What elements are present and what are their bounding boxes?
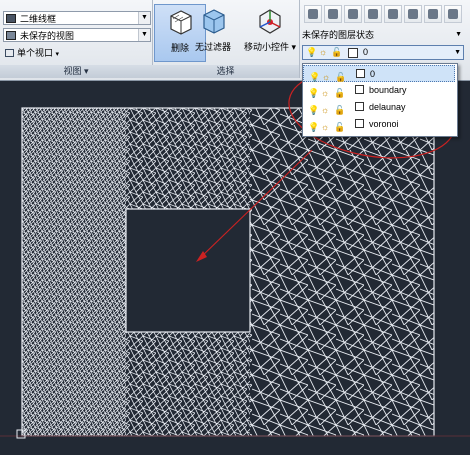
- match-layer-icon: [348, 9, 358, 19]
- view-panel: 二维线框 ▼ 未保存的视图 ▼ 单个视口 ▾ 视图 ▾: [0, 0, 153, 78]
- unlock-icon[interactable]: 🔓: [335, 69, 346, 82]
- unlock-icon[interactable]: 🔓: [334, 119, 345, 132]
- chevron-down-icon: ▾: [55, 51, 60, 58]
- unlock-icon[interactable]: 🔓: [334, 85, 345, 98]
- filter-button-label: 无过滤器: [194, 42, 231, 52]
- lightbulb-icon[interactable]: 💡: [308, 85, 319, 98]
- move-gizmo-icon: [259, 9, 281, 34]
- chevron-down-icon[interactable]: ▼: [454, 46, 461, 59]
- layer-state-button[interactable]: [324, 5, 342, 23]
- view-panel-title-label: 视图: [63, 66, 82, 76]
- move-gizmo-button[interactable]: 移动小控件 ▾: [242, 4, 298, 62]
- filter-cube-icon: [203, 9, 225, 34]
- layer-previous-icon: [368, 9, 378, 19]
- freeze-layer-button[interactable]: [424, 5, 442, 23]
- current-layer-combo[interactable]: 💡 ☼ 🔓 0 ▼: [302, 45, 464, 60]
- chevron-down-icon[interactable]: ▼: [138, 29, 150, 41]
- select-panel-title: 选择: [152, 65, 299, 78]
- layer-name: boundary: [369, 85, 407, 95]
- match-layer-button[interactable]: [344, 5, 362, 23]
- unlock-icon: 🔓: [331, 47, 343, 57]
- lightbulb-icon[interactable]: 💡: [308, 119, 319, 132]
- sun-icon[interactable]: ☼: [321, 102, 331, 115]
- layer-state-icon: [328, 9, 338, 19]
- mesh-region-dense: [22, 108, 126, 436]
- isolate-layer-icon: [388, 9, 398, 19]
- layer-name: 0: [370, 69, 376, 79]
- layer-properties-icon: [308, 9, 318, 19]
- wireframe-icon: [6, 14, 16, 23]
- layer-row-boundary[interactable]: 💡 ☼ 🔓 boundary: [303, 82, 455, 99]
- viewport-icon: [5, 49, 14, 57]
- sun-icon: ☼: [319, 47, 328, 57]
- layer-previous-button[interactable]: [364, 5, 382, 23]
- mesh-region-medium-top: [126, 108, 250, 209]
- layer-dropdown-list: 💡 ☼ 🔓 0 💡 ☼ 🔓 boundary 💡 ☼ 🔓 delaunay 💡 …: [302, 63, 458, 137]
- visual-style-value: 二维线框: [20, 14, 57, 24]
- layer-row-delaunay[interactable]: 💡 ☼ 🔓 delaunay: [303, 99, 455, 116]
- move-gizmo-label-wrap: 移动小控件 ▾: [243, 42, 297, 52]
- layer-properties-button[interactable]: [304, 5, 322, 23]
- view-panel-title[interactable]: 视图 ▾: [0, 65, 152, 78]
- layer-state-value: 未保存的图层状态: [302, 30, 375, 40]
- unlock-icon[interactable]: 🔓: [334, 102, 345, 115]
- color-swatch[interactable]: [355, 119, 364, 128]
- saved-view-value: 未保存的视图: [20, 31, 75, 41]
- unisolate-layer-icon: [408, 9, 418, 19]
- layer-row-voronoi[interactable]: 💡 ☼ 🔓 voronoi: [303, 116, 455, 133]
- color-swatch[interactable]: [355, 102, 364, 111]
- visual-style-combo[interactable]: 二维线框 ▼: [3, 11, 151, 25]
- color-swatch[interactable]: [356, 69, 365, 78]
- sun-icon[interactable]: ☼: [322, 69, 332, 82]
- move-gizmo-label: 移动小控件: [243, 42, 289, 52]
- off-layer-icon: [448, 9, 458, 19]
- color-swatch[interactable]: [355, 85, 364, 94]
- viewport-config-button[interactable]: 单个视口 ▾: [3, 46, 59, 60]
- color-swatch: [348, 48, 358, 58]
- freeze-layer-icon: [428, 9, 438, 19]
- saved-view-combo[interactable]: 未保存的视图 ▼: [3, 28, 151, 42]
- select-panel: 删除 无过滤器 移动小控件 ▾ 选择: [152, 0, 300, 78]
- lightbulb-icon[interactable]: 💡: [309, 69, 320, 82]
- lightbulb-icon: 💡: [306, 47, 318, 57]
- unisolate-layer-button[interactable]: [404, 5, 422, 23]
- isolate-layer-button[interactable]: [384, 5, 402, 23]
- off-layer-button[interactable]: [444, 5, 462, 23]
- chevron-down-icon[interactable]: ▼: [138, 12, 150, 24]
- layer-name: delaunay: [369, 102, 406, 112]
- sun-icon[interactable]: ☼: [321, 119, 331, 132]
- layer-state-combo[interactable]: 未保存的图层状态 ▼: [302, 28, 464, 42]
- mesh-region-medium-bottom: [126, 332, 250, 436]
- lightbulb-icon[interactable]: 💡: [308, 102, 319, 115]
- filter-button[interactable]: 无过滤器: [187, 4, 239, 62]
- sun-icon[interactable]: ☼: [321, 85, 331, 98]
- layer-row-0[interactable]: 💡 ☼ 🔓 0: [303, 65, 455, 82]
- view-icon: [6, 31, 16, 40]
- viewport-config-label: 单个视口: [17, 48, 54, 58]
- chevron-down-icon[interactable]: ▼: [455, 28, 462, 42]
- layer-name: voronoi: [369, 119, 399, 129]
- current-layer-value: 0: [363, 47, 369, 57]
